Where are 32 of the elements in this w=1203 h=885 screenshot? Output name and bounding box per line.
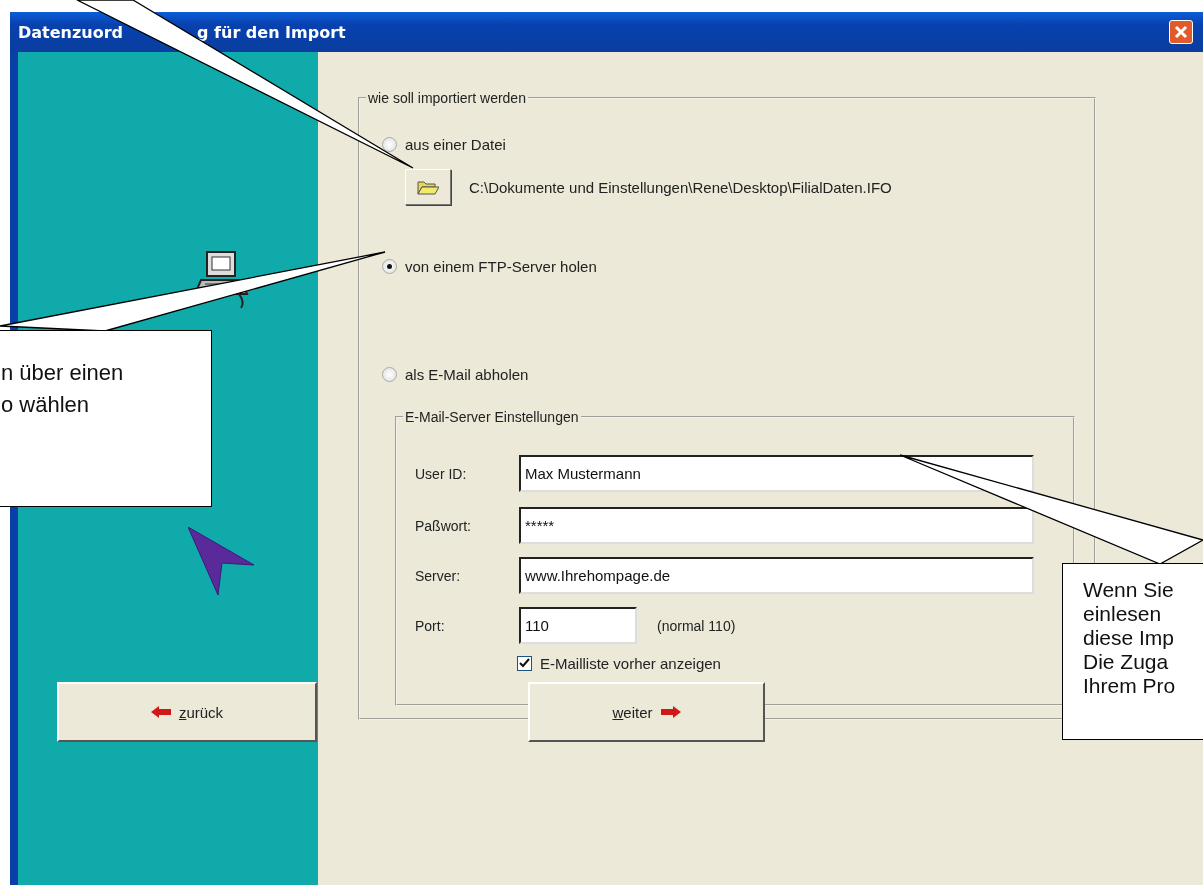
field-label: User ID: xyxy=(415,465,468,482)
input-field[interactable]: 110 xyxy=(519,607,637,644)
radio-label[interactable]: als E-Mail abholen xyxy=(405,366,529,383)
folder-icon xyxy=(417,179,439,195)
window-title: g für den Import xyxy=(197,22,346,42)
checkbox-label[interactable]: E-Mailliste vorher anzeigen xyxy=(540,655,721,672)
group-legend: wie soll importiert werden xyxy=(366,90,528,106)
field-hint: (normal 110) xyxy=(657,617,736,634)
input-field[interactable]: www.Ihrehompage.de xyxy=(519,557,1034,594)
close-icon[interactable] xyxy=(1169,20,1193,44)
radio-label[interactable]: aus einer Datei xyxy=(405,136,506,153)
window-title: Datenzuord xyxy=(18,22,123,42)
arrow-icon xyxy=(150,706,171,718)
field-label: Port: xyxy=(415,617,446,634)
checkbox[interactable] xyxy=(517,656,532,671)
file-path: C:\Dokumente und Einstellungen\Rene\Desktop\FilialDaten.IFO xyxy=(469,178,892,196)
radio-button[interactable] xyxy=(382,137,397,152)
radio-button[interactable] xyxy=(382,367,397,382)
arrow-icon xyxy=(660,706,681,718)
field-label: Paßwort: xyxy=(415,517,472,534)
input-field[interactable]: Max Mustermann xyxy=(519,455,1034,492)
next-button[interactable]: weiter xyxy=(528,682,765,742)
radio-label[interactable]: von einem FTP-Server holen xyxy=(405,258,597,275)
group-legend: E-Mail-Server Einstellungen xyxy=(403,409,581,425)
callout-text: Wenn Sie einlesen diese Imp Die Zuga Ihrem Pro xyxy=(1062,563,1203,740)
callout-text: n über einen o wählen xyxy=(0,330,212,507)
field-label: Server: xyxy=(415,567,462,584)
radio-button[interactable] xyxy=(382,259,397,274)
arrow-icon xyxy=(188,527,256,597)
input-field[interactable]: ***** xyxy=(519,507,1034,544)
back-button[interactable]: zurück xyxy=(57,682,317,742)
browse-button[interactable] xyxy=(405,169,451,205)
